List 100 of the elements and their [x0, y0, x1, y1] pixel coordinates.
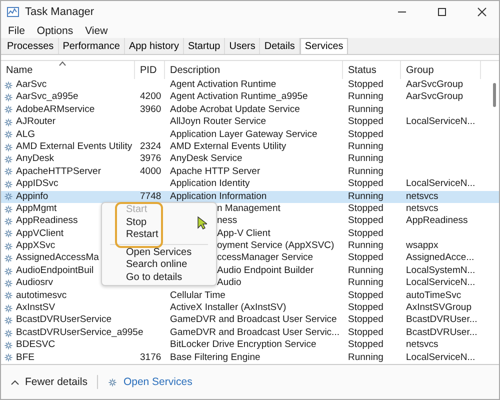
- table-cell: Running: [348, 352, 384, 363]
- table-cell: Stopped: [348, 314, 384, 326]
- scrollbar-thumb[interactable]: [493, 83, 496, 107]
- table-cell: netsvcs: [406, 202, 438, 214]
- table-cell: AJRouter: [16, 116, 56, 129]
- table-cell: Running: [348, 153, 384, 164]
- table-cell: Adobe Acrobat Update Service: [170, 104, 300, 115]
- column-header[interactable]: Description: [165, 61, 343, 79]
- table-cell: Stopped: [348, 79, 384, 90]
- table-cell: BDESVC: [16, 339, 56, 352]
- table-cell: LocalServiceN...: [406, 352, 476, 363]
- table-cell: Audiosrv: [16, 277, 53, 290]
- menu-item[interactable]: Stop: [102, 216, 216, 229]
- gear-icon: [4, 278, 13, 288]
- table-cell: AarSvc_a995e: [16, 91, 78, 104]
- table-cell: Cellular Time: [170, 290, 226, 301]
- table-cell: AarSvc: [16, 79, 47, 92]
- menu-item[interactable]: Go to details: [102, 272, 216, 284]
- gear-icon: [4, 316, 13, 326]
- table-cell: Running: [348, 140, 384, 152]
- table-cell: AnyDesk Service: [170, 153, 242, 164]
- table-cell: Stopped: [348, 252, 384, 264]
- table-cell: Base Filtering Engine: [170, 352, 260, 363]
- gear-icon: [4, 192, 13, 202]
- gear-icon: [4, 291, 13, 300]
- gear-icon: [4, 93, 13, 102]
- gear-icon: [4, 142, 13, 152]
- table-cell: LocalServiceN...: [406, 116, 476, 128]
- gear-icon: [108, 378, 118, 386]
- gear-icon: [4, 118, 13, 127]
- menu-item[interactable]: Restart: [102, 229, 216, 242]
- open-services-link[interactable]: Open Services: [123, 376, 192, 388]
- table-cell: Running: [348, 264, 384, 276]
- column-header[interactable]: PID: [135, 61, 165, 79]
- gear-icon: [4, 180, 13, 189]
- table-cell: BcastDVRUser...: [406, 326, 478, 338]
- gear-icon: [4, 229, 13, 238]
- table-cell: App-V Client: [217, 228, 270, 239]
- table-cell: Stopped: [348, 302, 384, 314]
- gear-icon: [4, 254, 13, 264]
- gear-icon: [4, 105, 13, 114]
- column-header[interactable]: Group: [401, 61, 481, 79]
- table-cell: AarSvcGroup: [406, 79, 464, 90]
- table-cell: Stopped: [348, 116, 384, 128]
- gear-icon: [4, 217, 13, 226]
- table-cell: BitLocker Drive Encryption Service: [170, 339, 316, 350]
- table-cell: AdobeARMservice: [16, 104, 95, 116]
- gear-icon: [4, 266, 13, 276]
- menu-item[interactable]: File: [7, 24, 26, 36]
- table-cell: AssignedAccessMa: [16, 252, 99, 265]
- table-cell: AudioEndpointBuil: [16, 264, 94, 278]
- table-cell: BcastDVRUserService_a995e: [16, 326, 144, 340]
- table-cell: BcastDVRUser...: [406, 314, 478, 326]
- table-cell: 3976: [140, 153, 162, 164]
- table-cell: autoTimeSvc: [406, 290, 462, 301]
- column-header[interactable]: Name: [1, 61, 135, 79]
- table-cell: ccessManager Service: [217, 252, 314, 264]
- table-cell: Running: [348, 166, 384, 177]
- menu-item[interactable]: Options: [36, 24, 74, 36]
- close-icon: [477, 7, 487, 17]
- tab[interactable]: Services: [300, 38, 348, 54]
- table-cell: Stopped: [348, 215, 384, 226]
- table-cell: GameDVR and Broadcast User Servic...: [170, 326, 340, 338]
- table-cell: AppMgmt: [16, 202, 57, 216]
- menu-item[interactable]: Search online: [102, 259, 216, 272]
- column-header[interactable]: Status: [343, 61, 401, 79]
- table-cell: Running: [348, 104, 384, 115]
- gear-icon: [4, 353, 13, 362]
- gear-icon: [4, 204, 13, 214]
- gear-icon: [4, 167, 13, 176]
- selected-row[interactable]: Appinfo 7748 Application Information Running netsvcs: [1, 190, 499, 203]
- table-cell: GameDVR and Broadcast User Service: [170, 314, 337, 326]
- table-cell: AMD External Events Utility: [16, 140, 132, 154]
- gear-icon: [4, 155, 13, 164]
- table-cell: ALG: [16, 128, 36, 141]
- table-cell: AnyDesk: [16, 153, 54, 166]
- window-title: Task Manager: [25, 6, 96, 18]
- table-cell: ActiveX Installer (AxInstSV): [170, 302, 286, 314]
- table-cell: Apache HTTP Server: [170, 166, 260, 177]
- table-cell: 7748: [140, 190, 162, 202]
- fewer-details-button[interactable]: Fewer details: [11, 376, 88, 388]
- menu-item[interactable]: Open Services: [102, 246, 216, 259]
- table-cell: Stopped: [348, 202, 384, 214]
- mouse-pointer-icon: [197, 216, 207, 230]
- table-cell: AxInstSVGroup: [406, 302, 472, 314]
- table-cell: Audio: [217, 277, 242, 288]
- sort-caret-icon: [59, 61, 66, 66]
- table-cell: BcastDVRUserService: [16, 314, 112, 327]
- table-cell: Stopped: [348, 178, 384, 190]
- gear-icon: [4, 304, 13, 313]
- table-cell: netsvcs: [406, 339, 438, 350]
- table-cell: Application Identity: [170, 178, 250, 190]
- menu-item[interactable]: View: [84, 24, 109, 36]
- table-cell: 4000: [140, 166, 162, 177]
- table-cell: Agent Activation Runtime_a995e: [170, 91, 308, 102]
- table-cell: Stopped: [348, 326, 384, 338]
- table-cell: LocalSystemN...: [406, 264, 476, 276]
- table-cell: 3176: [140, 352, 162, 363]
- table-cell: Appinfo: [16, 190, 48, 203]
- table-cell: netsvcs: [406, 190, 438, 202]
